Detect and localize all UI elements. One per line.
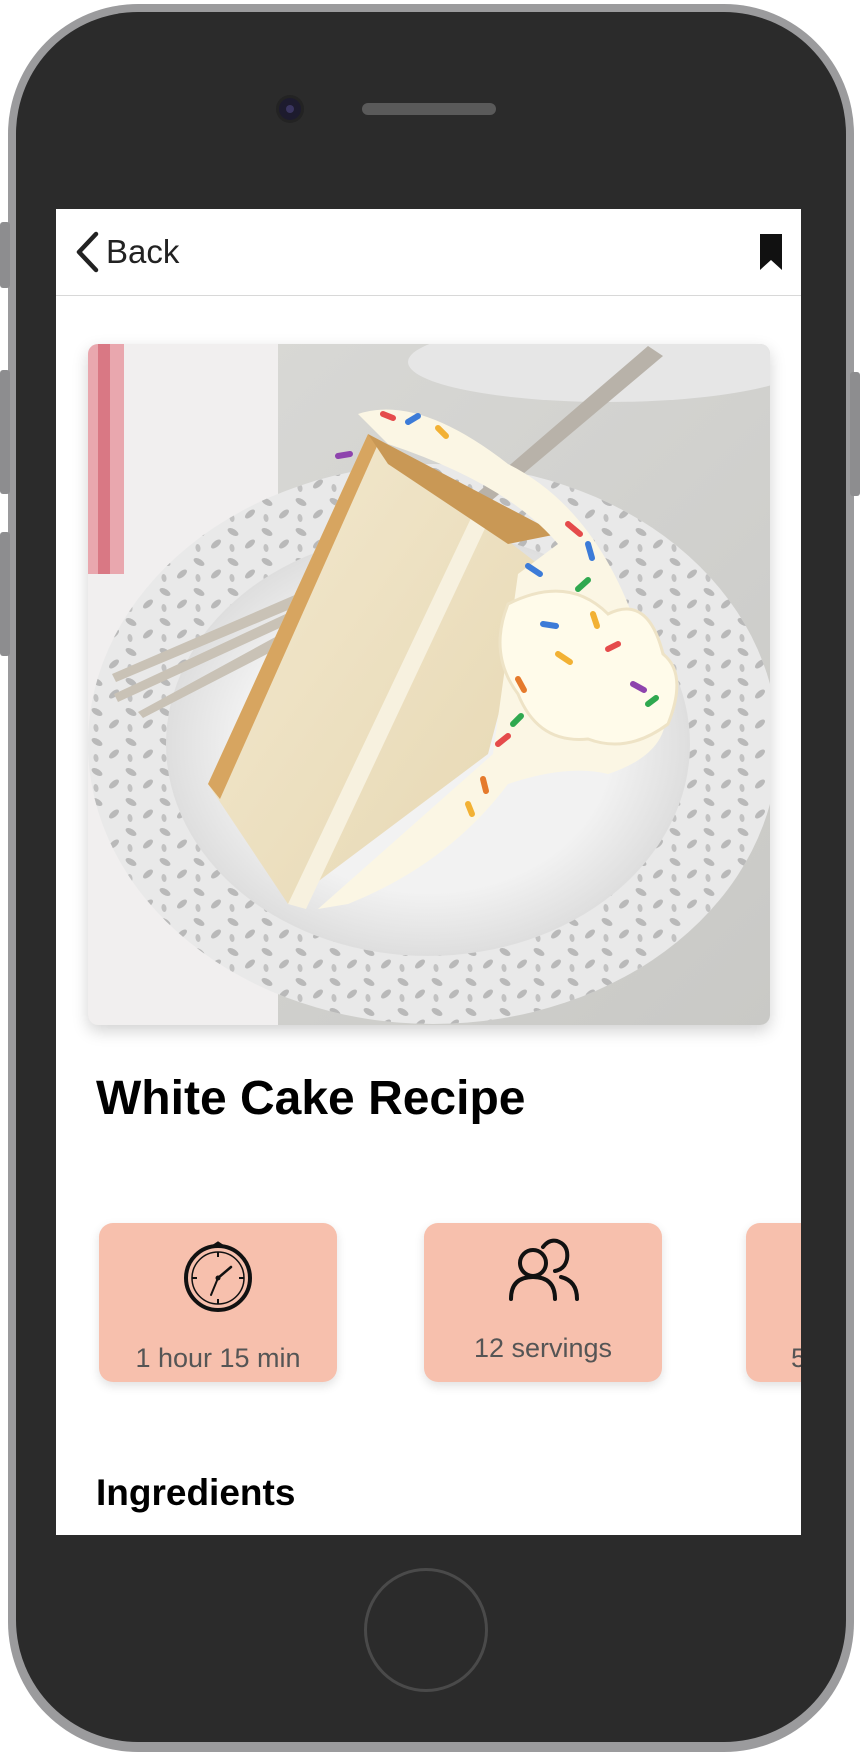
ingredients-heading: Ingredients xyxy=(96,1472,296,1513)
chevron-left-icon xyxy=(76,231,99,273)
home-button[interactable] xyxy=(364,1568,488,1692)
volume-down-button xyxy=(0,532,10,656)
front-camera xyxy=(279,98,301,120)
info-card-partial: 5 xyxy=(746,1223,801,1382)
recipe-photo xyxy=(88,344,770,1025)
top-navigation-bar: Back xyxy=(56,209,801,296)
servings-label: 12 servings xyxy=(473,1333,613,1363)
cook-time-card: 1 hour 15 min xyxy=(99,1223,337,1382)
cake-slice-image xyxy=(88,344,770,1025)
speaker-grille xyxy=(362,103,496,115)
people-icon xyxy=(509,1238,579,1301)
partial-card-label: 5 xyxy=(791,1343,801,1373)
volume-up-button xyxy=(0,370,10,494)
mute-switch xyxy=(0,222,10,288)
clock-icon xyxy=(184,1241,252,1312)
cook-time-label: 1 hour 15 min xyxy=(135,1343,301,1373)
app-screen: Back White Cake Recipe 1 hour 15 min 12 … xyxy=(56,209,801,1535)
recipe-title: White Cake Recipe xyxy=(96,1072,526,1125)
back-label: Back xyxy=(106,233,180,270)
servings-card: 12 servings xyxy=(424,1223,662,1382)
back-button[interactable]: Back xyxy=(74,231,179,273)
bookmark-icon[interactable] xyxy=(759,233,783,271)
power-button xyxy=(850,372,860,496)
